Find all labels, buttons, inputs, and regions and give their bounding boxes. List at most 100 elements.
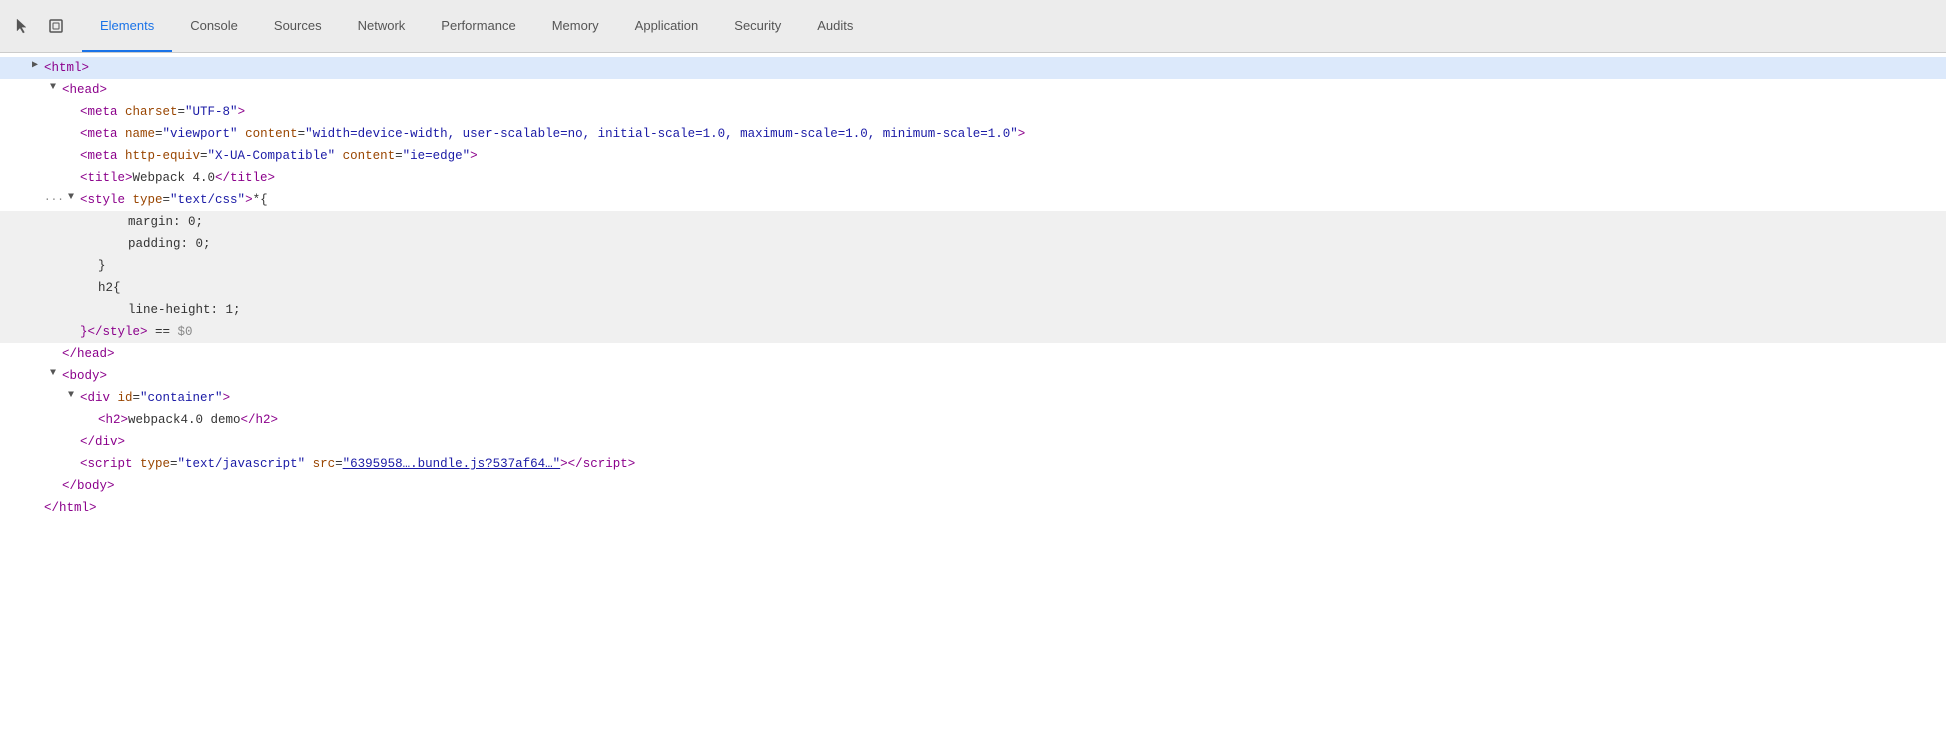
attr-name-token: http-equiv xyxy=(125,146,200,166)
attr-value-token: "container" xyxy=(140,388,223,408)
text-token: = xyxy=(298,124,306,144)
tag-token: <script xyxy=(80,454,140,474)
attr-value-token: "X-UA-Compatible" xyxy=(208,146,336,166)
attr-value-token: "text/javascript" xyxy=(178,454,306,474)
tree-line[interactable]: h2{ xyxy=(0,277,1946,299)
tag-token: <meta xyxy=(80,146,125,166)
tag-token: <body> xyxy=(62,366,107,386)
tab-bar: ElementsConsoleSourcesNetworkPerformance… xyxy=(0,0,1946,53)
tree-line[interactable]: ▼<div id="container"> xyxy=(0,387,1946,409)
attr-name-token: type xyxy=(133,190,163,210)
cursor-icon[interactable] xyxy=(8,12,36,40)
tag-token: <meta xyxy=(80,124,125,144)
text-token: = xyxy=(395,146,403,166)
tree-line[interactable]: margin: 0; xyxy=(0,211,1946,233)
tree-line[interactable]: <title>Webpack 4.0</title> xyxy=(0,167,1946,189)
attr-value-token: "viewport" xyxy=(163,124,238,144)
text-token: = xyxy=(133,388,141,408)
tag-token: <meta xyxy=(80,102,125,122)
tab-performance[interactable]: Performance xyxy=(423,0,533,52)
tree-line[interactable]: <meta http-equiv="X-UA-Compatible" conte… xyxy=(0,145,1946,167)
tab-network[interactable]: Network xyxy=(340,0,424,52)
text-token: = xyxy=(170,454,178,474)
tree-line[interactable]: } xyxy=(0,255,1946,277)
tag-token: </head> xyxy=(62,344,115,364)
expand-triangle[interactable]: ▶ xyxy=(32,58,44,74)
attr-name-token: content xyxy=(245,124,298,144)
tag-token: ></ xyxy=(560,454,583,474)
attr-name-token: charset xyxy=(125,102,178,122)
text-token: margin: 0; xyxy=(98,212,203,232)
tab-console[interactable]: Console xyxy=(172,0,256,52)
text-token: padding: 0; xyxy=(98,234,211,254)
dom-tree: ▶<html>▼<head><meta charset="UTF-8"><met… xyxy=(0,53,1946,523)
text-token: line-height: 1; xyxy=(98,300,241,320)
expand-triangle[interactable]: ▼ xyxy=(68,190,80,206)
text-token: == xyxy=(148,322,178,342)
tag-token: </style> xyxy=(88,322,148,342)
text-token xyxy=(238,124,246,144)
tree-line[interactable]: padding: 0; xyxy=(0,233,1946,255)
tree-line[interactable]: ▼<head> xyxy=(0,79,1946,101)
tree-line[interactable]: ...▼<style type="text/css">*{ xyxy=(0,189,1946,211)
tab-elements[interactable]: Elements xyxy=(82,0,172,52)
expand-dots[interactable]: ... xyxy=(44,190,64,208)
tag-token: <h2> xyxy=(98,410,128,430)
expand-triangle[interactable]: ▼ xyxy=(50,80,62,96)
text-token: Webpack 4.0 xyxy=(133,168,216,188)
tree-line[interactable]: line-height: 1; xyxy=(0,299,1946,321)
tab-list: ElementsConsoleSourcesNetworkPerformance… xyxy=(82,0,871,52)
tab-memory[interactable]: Memory xyxy=(534,0,617,52)
attr-value-token: "width=device-width, user-scalable=no, i… xyxy=(305,124,1018,144)
tag-token: </h2> xyxy=(241,410,279,430)
tree-line[interactable]: </body> xyxy=(0,475,1946,497)
tree-line[interactable]: <h2>webpack4.0 demo</h2> xyxy=(0,409,1946,431)
tab-sources[interactable]: Sources xyxy=(256,0,340,52)
text-token: *{ xyxy=(253,190,268,210)
tree-line[interactable]: ▶<html> xyxy=(0,57,1946,79)
tag-token: <style xyxy=(80,190,133,210)
tree-line[interactable]: </html> xyxy=(0,497,1946,519)
attr-value-token: "UTF-8" xyxy=(185,102,238,122)
text-token xyxy=(335,146,343,166)
tree-line[interactable]: <meta name="viewport" content="width=dev… xyxy=(0,123,1946,145)
tree-line[interactable]: }</style> == $0 xyxy=(0,321,1946,343)
tab-application[interactable]: Application xyxy=(617,0,717,52)
tag-token: > xyxy=(223,388,231,408)
tag-token: > xyxy=(470,146,478,166)
text-token: = xyxy=(178,102,186,122)
tag-token: > xyxy=(245,190,253,210)
tree-line[interactable]: </head> xyxy=(0,343,1946,365)
text-token: = xyxy=(200,146,208,166)
attr-name-token: id xyxy=(118,388,133,408)
tag-token: script> xyxy=(583,454,636,474)
toolbar-icons xyxy=(8,12,70,40)
attr-value-link-token[interactable]: "6395958….bundle.js?537af64…" xyxy=(343,454,561,474)
text-token: } xyxy=(98,256,106,276)
tree-line[interactable]: ▼<body> xyxy=(0,365,1946,387)
attr-name-token: src xyxy=(313,454,336,474)
tag-token: <head> xyxy=(62,80,107,100)
tree-line[interactable]: <meta charset="UTF-8"> xyxy=(0,101,1946,123)
text-token: h2{ xyxy=(98,278,121,298)
tab-audits[interactable]: Audits xyxy=(799,0,871,52)
attr-name-token: content xyxy=(343,146,396,166)
text-token: = xyxy=(155,124,163,144)
tag-token: </div> xyxy=(80,432,125,452)
text-token: = xyxy=(335,454,343,474)
tag-token: > xyxy=(1018,124,1026,144)
expand-triangle[interactable]: ▼ xyxy=(68,388,80,404)
text-token xyxy=(305,454,313,474)
tag-token: } xyxy=(80,322,88,342)
box-model-icon[interactable] xyxy=(42,12,70,40)
tree-line[interactable]: </div> xyxy=(0,431,1946,453)
tag-token: </title> xyxy=(215,168,275,188)
tag-token: <html> xyxy=(44,58,89,78)
expand-triangle[interactable]: ▼ xyxy=(50,366,62,382)
tag-token: <div xyxy=(80,388,118,408)
tree-line[interactable]: <script type="text/javascript" src="6395… xyxy=(0,453,1946,475)
tag-token: </body> xyxy=(62,476,115,496)
tag-token: <title> xyxy=(80,168,133,188)
tag-token: </html> xyxy=(44,498,97,518)
tab-security[interactable]: Security xyxy=(716,0,799,52)
